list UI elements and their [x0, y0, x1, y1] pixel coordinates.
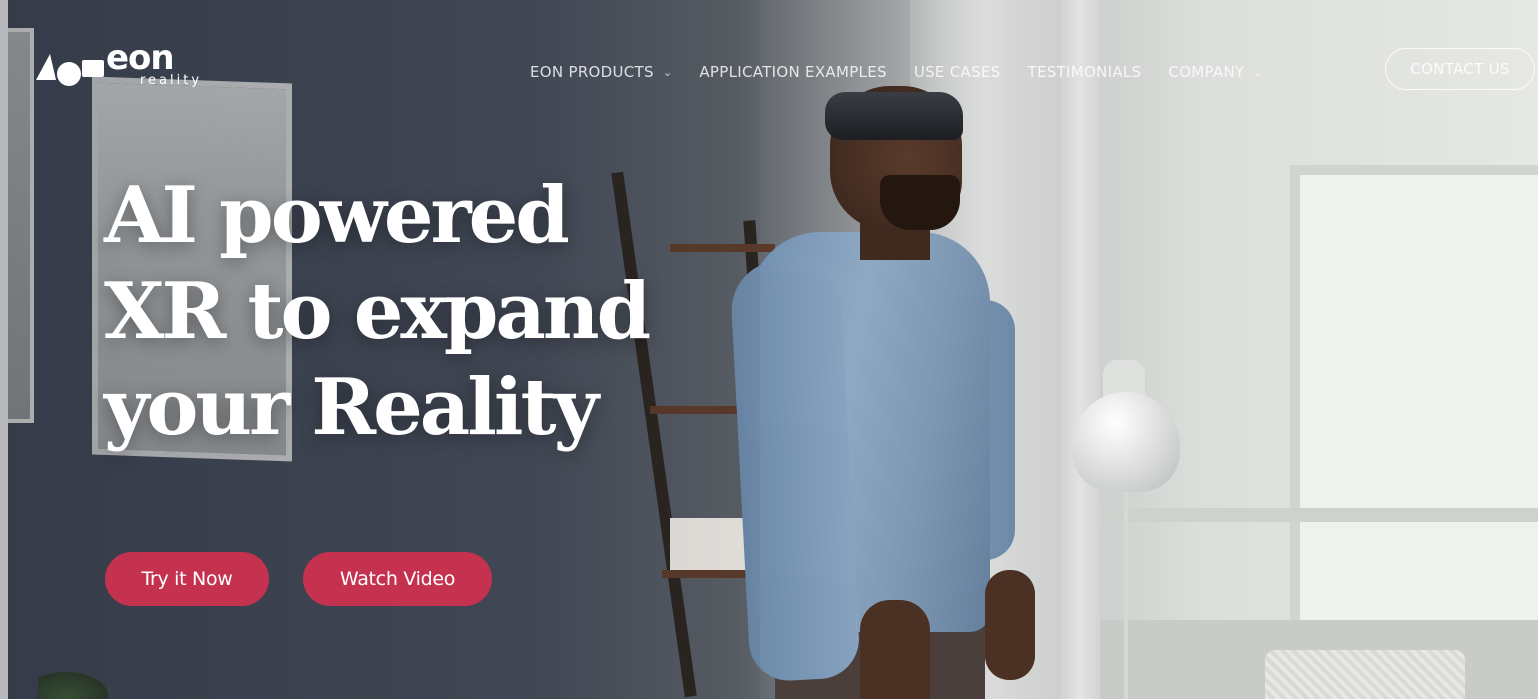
nav-item-use-cases[interactable]: USE CASES — [914, 63, 1001, 81]
hero-section: eon reality EON PRODUCTS ⌄ APPLICATION E… — [0, 0, 1538, 699]
lamp-pole — [1124, 490, 1128, 699]
try-it-now-button[interactable]: Try it Now — [105, 552, 269, 606]
nav-item-company[interactable]: COMPANY ⌄ — [1168, 63, 1263, 81]
hero-headline: AI powered XR to expand your Reality — [104, 168, 744, 456]
pillow — [1265, 650, 1465, 699]
chevron-down-icon: ⌄ — [662, 65, 673, 79]
nav-item-label: USE CASES — [913, 63, 1001, 81]
nav-item-label: APPLICATION EXAMPLES — [699, 63, 887, 81]
headline-line: AI powered — [104, 170, 570, 261]
nav-item-application-examples[interactable]: APPLICATION EXAMPLES — [699, 63, 886, 81]
window-sill — [1100, 508, 1538, 522]
logo-wordmark: eon — [106, 38, 175, 78]
contact-us-button[interactable]: CONTACT US — [1385, 48, 1535, 90]
nav-item-label: COMPANY — [1168, 63, 1245, 81]
brand-logo[interactable]: eon reality — [36, 38, 206, 94]
person-hand-left — [860, 600, 930, 699]
window — [1290, 165, 1538, 635]
curtain — [1060, 0, 1100, 699]
vr-headset — [825, 92, 963, 140]
chevron-down-icon: ⌄ — [1253, 65, 1264, 79]
nav-item-label: TESTIMONIALS — [1027, 63, 1142, 81]
headline-line: your Reality — [104, 362, 599, 453]
person-beard — [880, 175, 960, 230]
logo-tagline: reality — [140, 73, 203, 88]
nav-item-testimonials[interactable]: TESTIMONIALS — [1028, 63, 1142, 81]
nav-item-label: EON PRODUCTS — [530, 63, 654, 81]
person-hand-right — [985, 570, 1035, 680]
watch-video-button[interactable]: Watch Video — [303, 552, 492, 606]
lamp-shade — [1072, 392, 1180, 492]
logo-shapes-icon — [36, 54, 104, 86]
nav-item-eon-products[interactable]: EON PRODUCTS ⌄ — [530, 63, 672, 81]
main-nav: EON PRODUCTS ⌄ APPLICATION EXAMPLES USE … — [530, 60, 1290, 84]
headline-line: XR to expand — [104, 266, 651, 357]
